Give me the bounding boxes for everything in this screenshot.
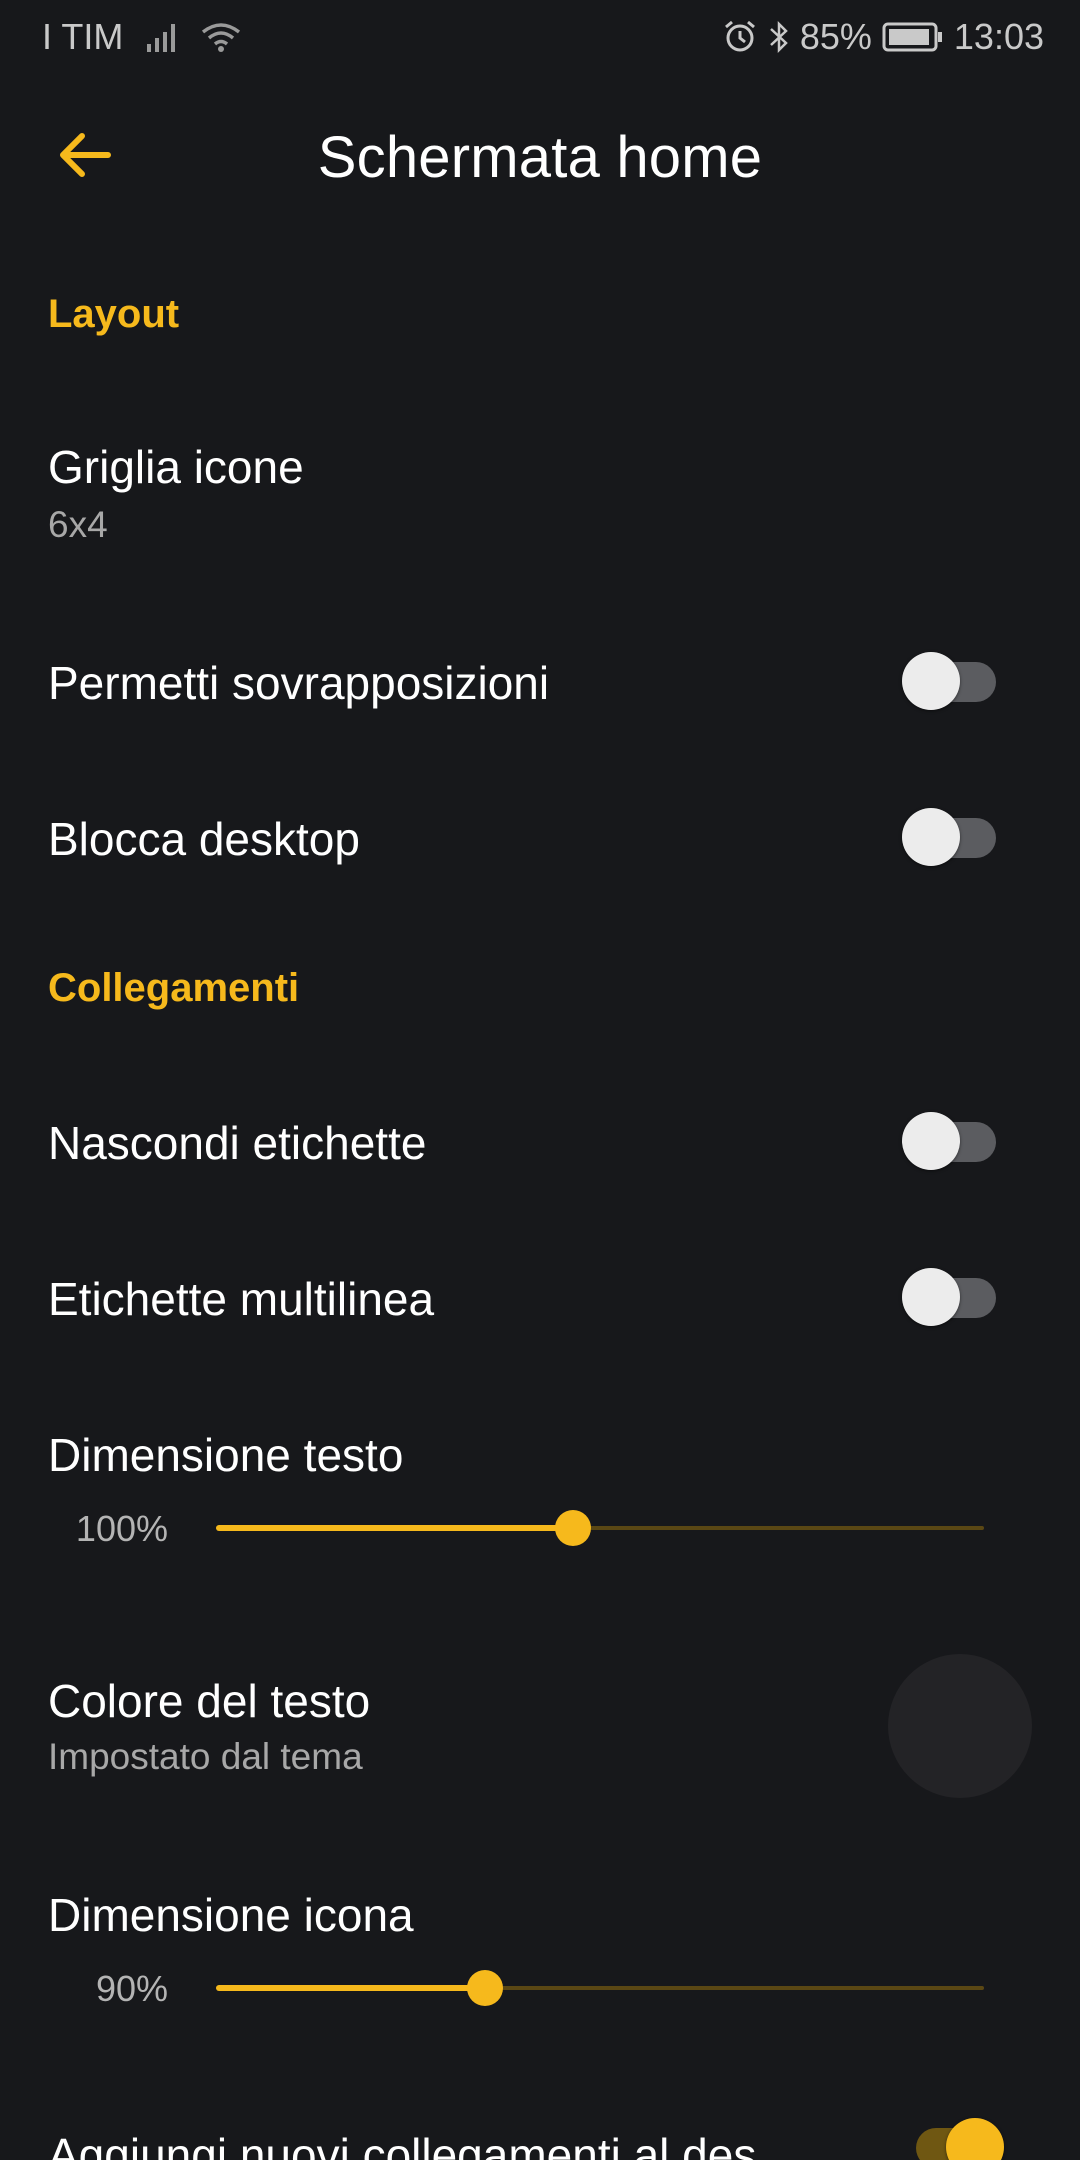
setting-lock-desktop[interactable]: Blocca desktop bbox=[0, 796, 1080, 876]
app-bar: Schermata home bbox=[0, 100, 1080, 212]
section-header-layout: Layout bbox=[48, 292, 180, 336]
icon-size-value: 90% bbox=[95, 1968, 168, 2009]
setting-allow-overlap[interactable]: Permetti sovrapposizioni bbox=[0, 640, 1080, 720]
section-header-shortcuts: Collegamenti bbox=[48, 966, 300, 1010]
setting-text-size: Dimensione testo 100% bbox=[0, 1412, 1080, 1562]
setting-icon-grid[interactable]: Griglia icone 6x4 bbox=[0, 420, 1080, 570]
status-bar: I TIM 85% 13:03 bbox=[0, 0, 1080, 76]
page-title: Schermata home bbox=[317, 125, 763, 190]
toggle-thumb bbox=[946, 2118, 1004, 2160]
status-left: I TIM bbox=[42, 16, 241, 58]
setting-title: Etichette multilinea bbox=[48, 1273, 435, 1325]
slider-fill bbox=[216, 1525, 573, 1531]
alarm-clock-icon bbox=[722, 19, 758, 55]
setting-add-new-shortcuts[interactable]: Aggiungi nuovi collegamenti al des bbox=[0, 2110, 1080, 2160]
multiline-labels-toggle[interactable] bbox=[902, 1266, 996, 1326]
battery-percent: 85% bbox=[799, 16, 872, 57]
setting-text-color[interactable]: Colore del testo Impostato dal tema bbox=[0, 1654, 1080, 1804]
setting-subtitle: Impostato dal tema bbox=[48, 1736, 363, 1777]
clock: 13:03 bbox=[953, 16, 1044, 57]
setting-title: Nascondi etichette bbox=[48, 1117, 427, 1169]
bluetooth-icon bbox=[768, 19, 790, 55]
setting-multiline-labels[interactable]: Etichette multilinea bbox=[0, 1256, 1080, 1336]
text-size-value: 100% bbox=[75, 1508, 168, 1549]
toggle-thumb bbox=[902, 1268, 960, 1326]
setting-title: Blocca desktop bbox=[48, 813, 360, 865]
home-screen-settings: I TIM 85% 13:03 Schermata home Layout Gr… bbox=[0, 0, 1080, 2160]
add-new-shortcuts-toggle[interactable] bbox=[902, 2116, 1004, 2160]
setting-title: Aggiungi nuovi collegamenti al des bbox=[48, 2129, 757, 2160]
setting-icon-size: Dimensione icona 90% bbox=[0, 1872, 1080, 2022]
icon-size-slider[interactable] bbox=[216, 1966, 984, 2010]
setting-title: Dimensione icona bbox=[48, 1889, 414, 1941]
text-size-slider[interactable] bbox=[216, 1506, 984, 1550]
toggle-thumb bbox=[902, 1112, 960, 1170]
setting-title: Griglia icone bbox=[48, 441, 304, 493]
slider-fill bbox=[216, 1985, 485, 1991]
battery-icon bbox=[882, 20, 944, 54]
carrier-label: I TIM bbox=[42, 16, 124, 57]
lock-desktop-toggle[interactable] bbox=[902, 806, 996, 866]
toggle-thumb bbox=[902, 652, 960, 710]
toggle-thumb bbox=[902, 808, 960, 866]
cell-signal-icon bbox=[145, 20, 179, 54]
setting-value: 6x4 bbox=[48, 504, 108, 545]
wifi-icon bbox=[201, 20, 241, 54]
setting-title: Dimensione testo bbox=[48, 1429, 404, 1481]
status-right: 85% 13:03 bbox=[722, 16, 1044, 58]
setting-hide-labels[interactable]: Nascondi etichette bbox=[0, 1100, 1080, 1180]
slider-knob[interactable] bbox=[467, 1970, 503, 2006]
slider-knob[interactable] bbox=[555, 1510, 591, 1546]
allow-overlap-toggle[interactable] bbox=[902, 650, 996, 710]
setting-title: Colore del testo bbox=[48, 1675, 371, 1727]
setting-title: Permetti sovrapposizioni bbox=[48, 657, 550, 709]
text-color-swatch[interactable] bbox=[888, 1654, 1032, 1798]
hide-labels-toggle[interactable] bbox=[902, 1110, 996, 1170]
